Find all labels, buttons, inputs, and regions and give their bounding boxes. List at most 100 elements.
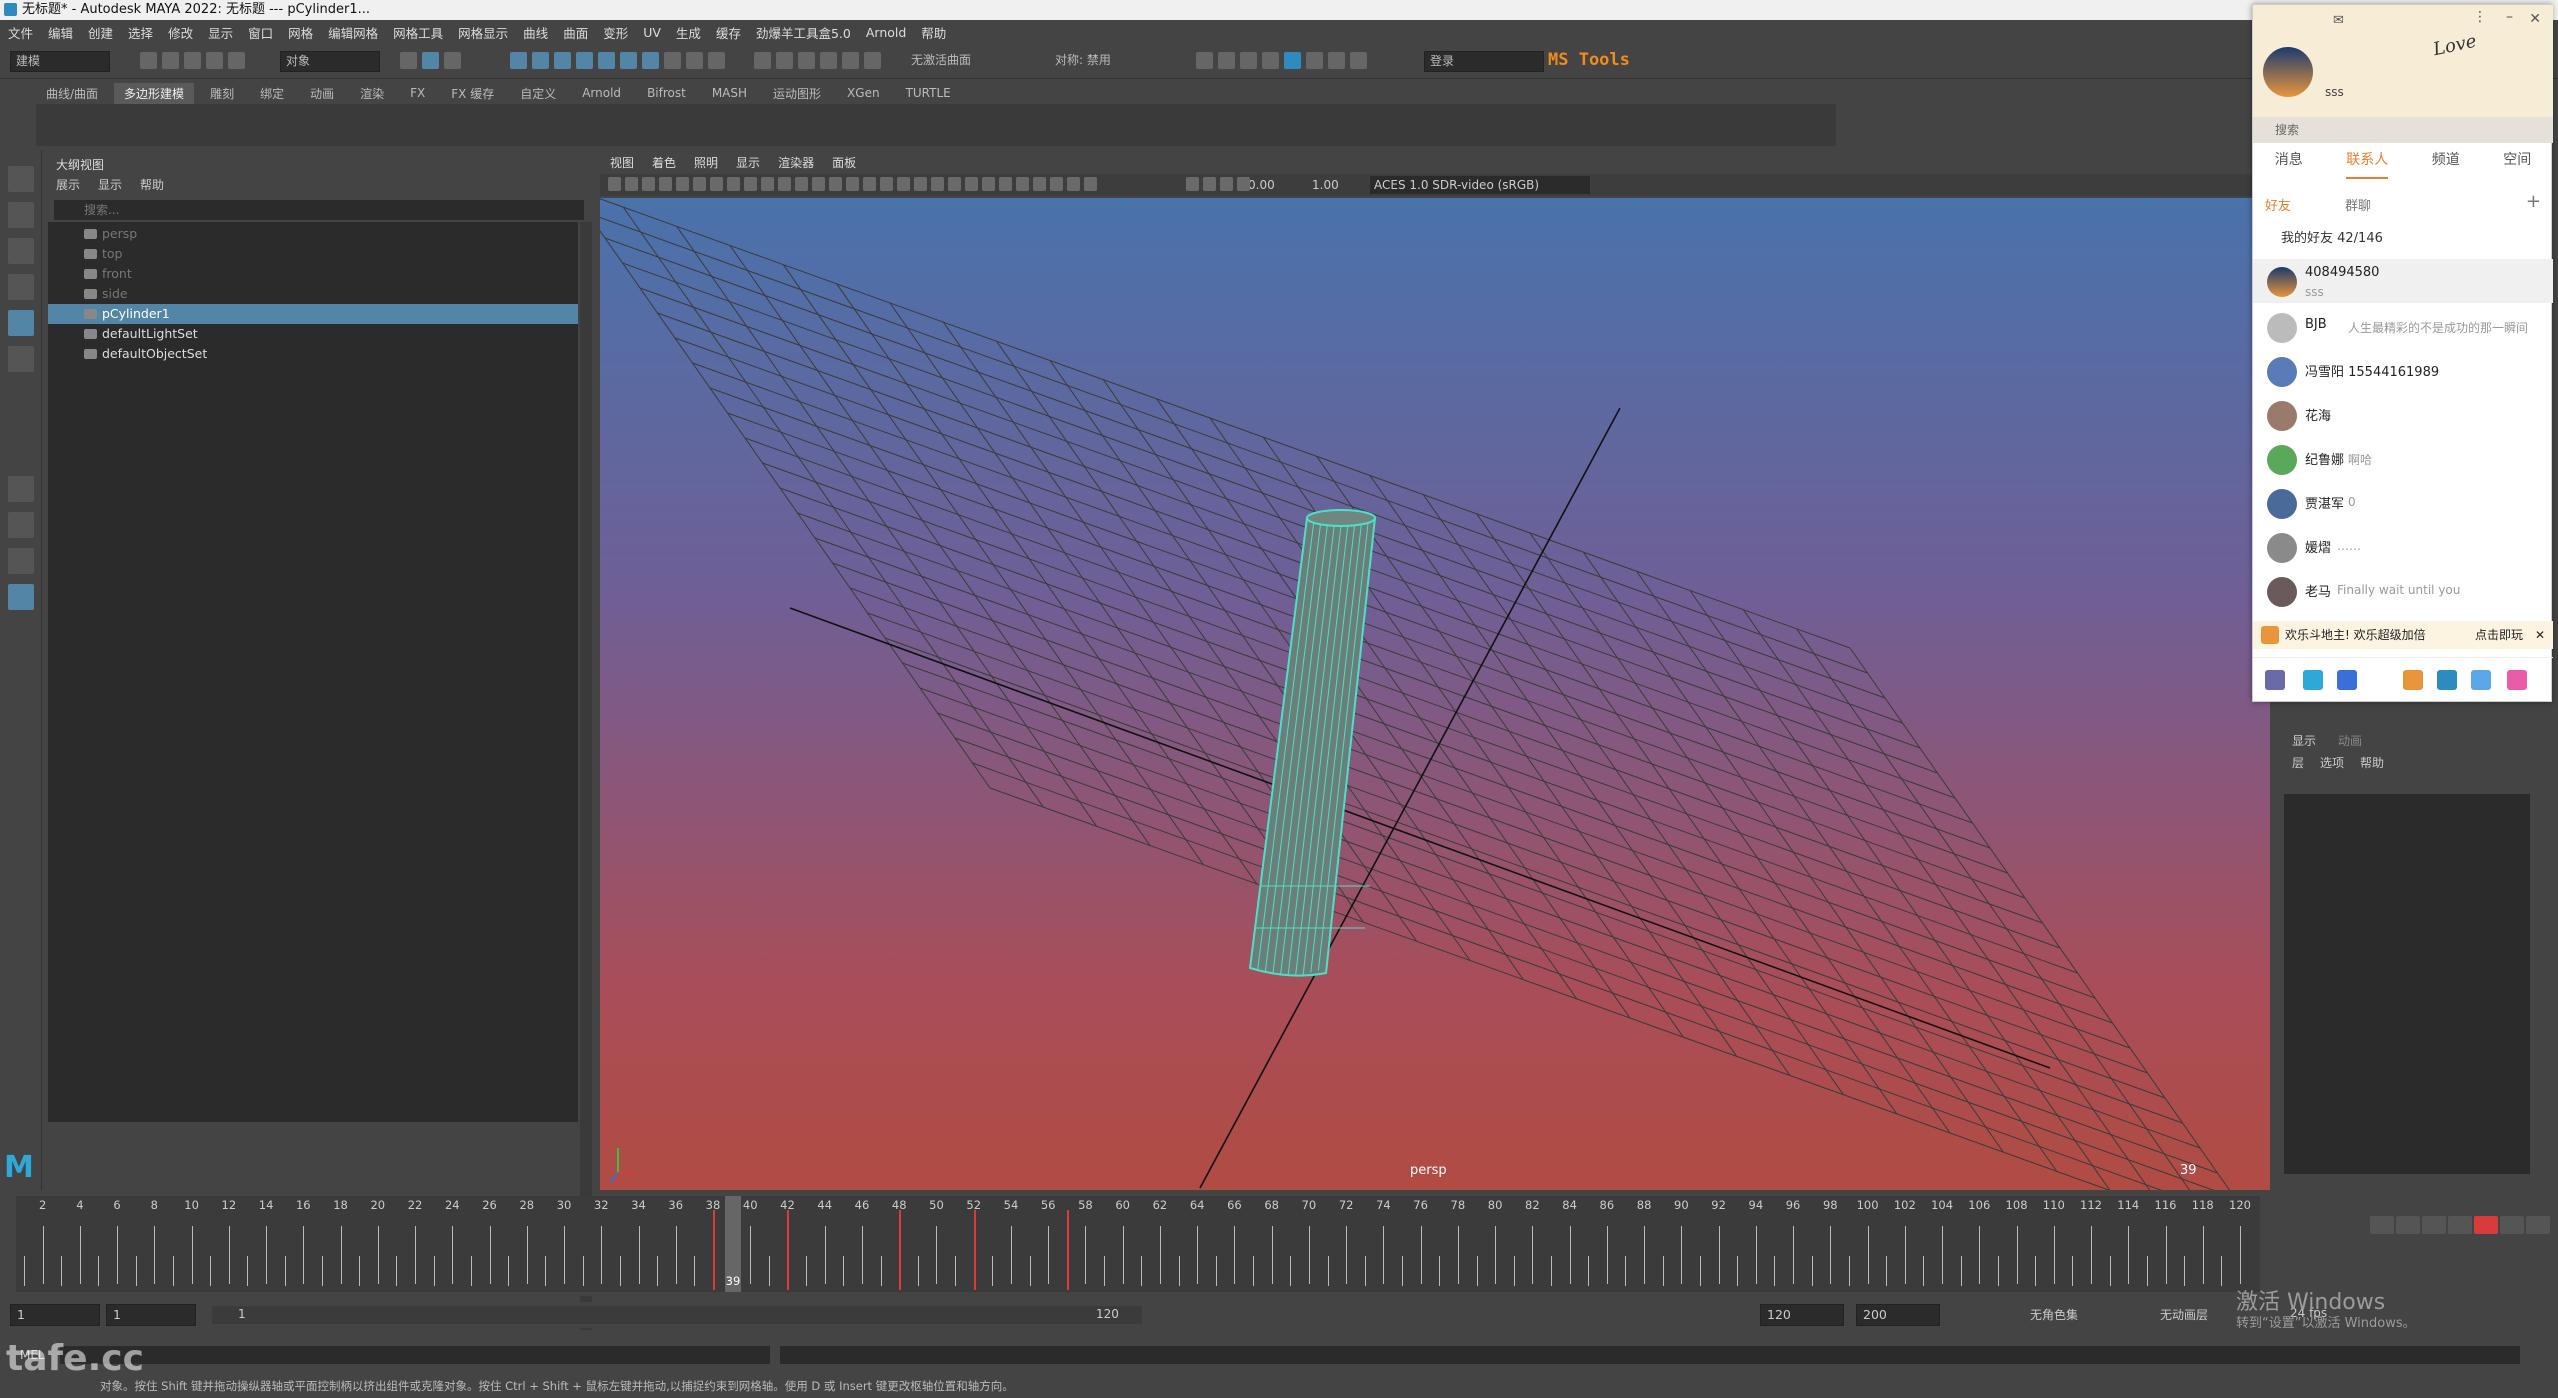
close-icon[interactable]: ✕: [2529, 11, 2541, 27]
viewport-tool-icon[interactable]: [761, 177, 774, 191]
viewport-tool-icon[interactable]: [1067, 177, 1080, 191]
viewport-tool-icon[interactable]: [642, 177, 655, 191]
outliner-scrollbar[interactable]: [580, 222, 592, 1330]
viewport-tool-icon[interactable]: [1050, 177, 1063, 191]
viewport-tool-icon[interactable]: [676, 177, 689, 191]
menu-item[interactable]: 变形: [603, 23, 628, 42]
outliner-menu-show[interactable]: 展示: [56, 176, 80, 193]
mode-select[interactable]: 建模: [10, 51, 110, 72]
mask-icon[interactable]: [642, 52, 659, 69]
outliner-item[interactable]: defaultObjectSet: [48, 344, 578, 364]
shelf-tab[interactable]: 动画: [300, 83, 344, 104]
chat-tab[interactable]: 联系人: [2346, 149, 2389, 179]
viewport-tool-icon[interactable]: [1033, 177, 1046, 191]
symmetry-select[interactable]: 对称: 禁用: [1050, 51, 1160, 72]
viewport-tool-icon[interactable]: [744, 177, 757, 191]
viewport-tool-icon[interactable]: [795, 177, 808, 191]
viewport-tool-icon[interactable]: [693, 177, 706, 191]
viewport-tool-icon[interactable]: [948, 177, 961, 191]
menu-item[interactable]: 生成: [676, 23, 701, 42]
viewport-tool-icon[interactable]: [999, 177, 1012, 191]
snap-view-icon[interactable]: [820, 52, 837, 69]
pause-icon[interactable]: [1350, 52, 1367, 69]
persp-outliner-icon[interactable]: [8, 548, 34, 574]
viewport-canvas[interactable]: persp 39: [569, 187, 2271, 1249]
friend-group-header[interactable]: 我的好友 42/146: [2253, 227, 2553, 251]
menu-item[interactable]: 网格显示: [458, 23, 508, 42]
viewport-tool-icon[interactable]: [1016, 177, 1029, 191]
save-scene-icon[interactable]: [184, 52, 201, 69]
layout-icon[interactable]: [8, 584, 34, 610]
viewport-tool-icon[interactable]: [897, 177, 910, 191]
avatar[interactable]: [2263, 47, 2313, 97]
viewport-tool-icon[interactable]: [1220, 177, 1233, 191]
playback-end-field[interactable]: 120: [1760, 1304, 1844, 1326]
shelf-tab[interactable]: 雕刻: [200, 83, 244, 104]
render-seq-icon[interactable]: [1218, 52, 1235, 69]
viewport-tool-icon[interactable]: [710, 177, 723, 191]
object-mode-select[interactable]: 对象: [280, 51, 380, 72]
paint-select-icon[interactable]: [8, 238, 34, 264]
viewport-tool-icon[interactable]: [863, 177, 876, 191]
snap-grid-icon[interactable]: [754, 52, 771, 69]
shelf-tab[interactable]: FX: [400, 84, 435, 102]
menu-item[interactable]: UV: [643, 25, 661, 40]
stop-icon[interactable]: [2474, 1216, 2498, 1234]
chat-tab[interactable]: 空间: [2503, 149, 2531, 179]
viewport-tool-icon[interactable]: [931, 177, 944, 191]
character-set-select[interactable]: 无角色集: [2030, 1306, 2078, 1323]
layer-menu[interactable]: 层: [2292, 754, 2304, 771]
menu-icon[interactable]: [2265, 670, 2285, 690]
exposure-field[interactable]: 0.00: [1248, 178, 1275, 192]
snap-vertex-icon[interactable]: [864, 52, 881, 69]
lock-icon[interactable]: [686, 52, 703, 69]
outliner-item[interactable]: front: [48, 264, 578, 284]
open-scene-icon[interactable]: [162, 52, 179, 69]
add-icon[interactable]: +: [2526, 191, 2541, 212]
contact-self[interactable]: 408494580 sss: [2253, 259, 2553, 303]
mask-icon[interactable]: [532, 52, 549, 69]
shelf-tab[interactable]: 绑定: [250, 83, 294, 104]
apps-icon[interactable]: [2507, 670, 2527, 690]
single-view-icon[interactable]: [8, 476, 34, 502]
shelf-tab[interactable]: Bifrost: [637, 84, 696, 102]
docs-icon[interactable]: [2437, 670, 2457, 690]
contact-item[interactable]: 贾湛军 0: [2253, 481, 2553, 525]
render-settings-icon[interactable]: [1262, 52, 1279, 69]
keyframe-marker[interactable]: [899, 1210, 902, 1290]
menu-item[interactable]: 劲爆羊工具盒5.0: [756, 23, 851, 42]
viewport-tool-icon[interactable]: [812, 177, 825, 191]
select-hierarchy-icon[interactable]: [400, 52, 417, 69]
shelf-tab[interactable]: TURTLE: [896, 84, 961, 102]
contact-item[interactable]: 媛熠 ……: [2253, 525, 2553, 569]
ms-tools-logo[interactable]: MS Tools: [1548, 50, 1630, 70]
viewport-tool-icon[interactable]: [659, 177, 672, 191]
viewport-tool-icon[interactable]: [880, 177, 893, 191]
menu-item[interactable]: 缓存: [716, 23, 741, 42]
mask-icon[interactable]: [554, 52, 571, 69]
range-track[interactable]: 1 120: [212, 1306, 1142, 1324]
viewport-menu-item[interactable]: 视图: [610, 154, 634, 171]
contact-item[interactable]: 纪鲁娜 啊哈: [2253, 437, 2553, 481]
contact-item[interactable]: 老马 Finally wait until you: [2253, 569, 2553, 613]
go-start-icon[interactable]: [2370, 1216, 2394, 1234]
colorspace-select[interactable]: ACES 1.0 SDR-video (sRGB): [1370, 176, 1590, 194]
new-scene-icon[interactable]: [140, 52, 157, 69]
render-setup-icon[interactable]: [1306, 52, 1323, 69]
close-icon[interactable]: ✕: [2535, 621, 2545, 649]
viewport-menu-item[interactable]: 着色: [652, 154, 676, 171]
menu-item[interactable]: 文件: [8, 23, 33, 42]
shelf-tab[interactable]: 自定义: [510, 83, 566, 104]
channel-tab-anim[interactable]: 动画: [2338, 732, 2362, 749]
snap-point-icon[interactable]: [798, 52, 815, 69]
redo-icon[interactable]: [228, 52, 245, 69]
menu-item[interactable]: 帮助: [921, 23, 946, 42]
anim-layer-select[interactable]: 无动画层: [2160, 1306, 2208, 1323]
playback-start-field[interactable]: 1: [106, 1304, 196, 1326]
subtab-groups[interactable]: 群聊: [2345, 195, 2371, 214]
viewport-menu-item[interactable]: 照明: [694, 154, 718, 171]
menu-item[interactable]: 创建: [88, 23, 113, 42]
lasso-tool-icon[interactable]: [8, 202, 34, 228]
outliner-search-input[interactable]: 搜索...: [54, 200, 584, 220]
mask-icon[interactable]: [576, 52, 593, 69]
